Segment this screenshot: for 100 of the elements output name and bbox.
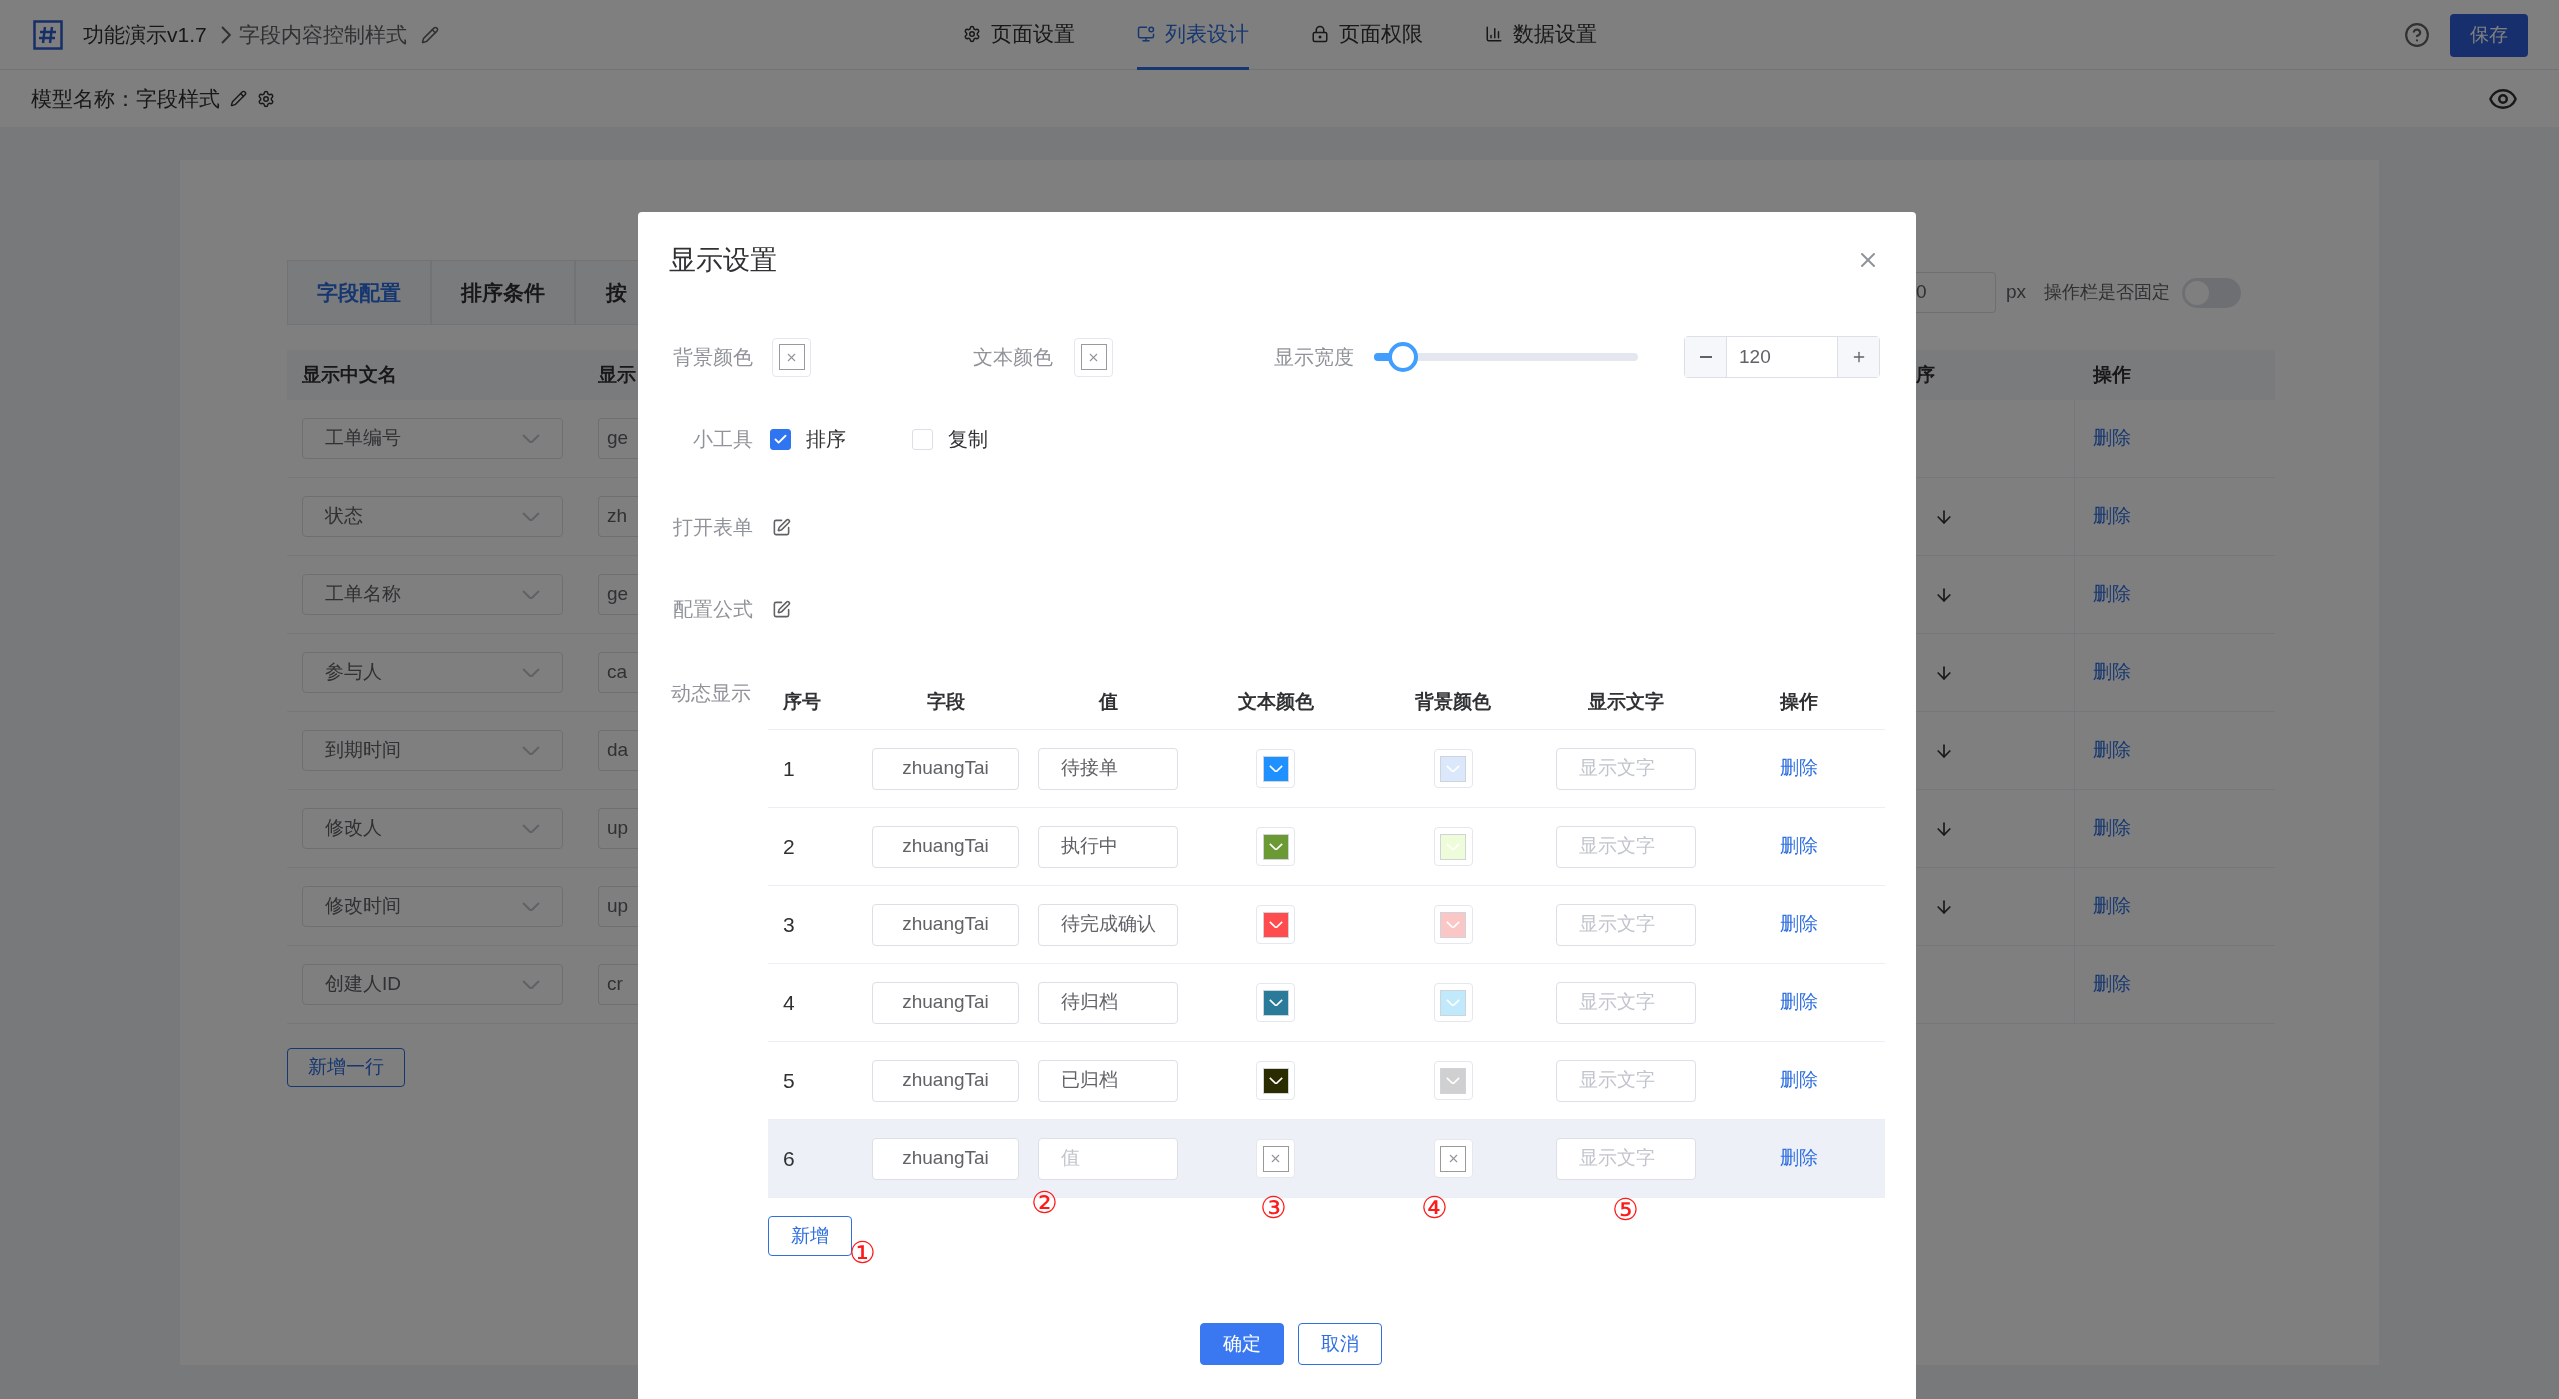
number-value: 120 [1738, 344, 1772, 369]
chevron-down-icon [522, 433, 540, 444]
slider-thumb[interactable] [1388, 342, 1419, 372]
select-field[interactable]: 到期时间 [302, 730, 563, 771]
annotation-number: ④ [1421, 1193, 1448, 1223]
nav-tab[interactable]: 数据设置 [1484, 0, 1597, 70]
delete-link[interactable]: 删除 [2093, 736, 2131, 765]
chevron-down-icon [522, 979, 540, 990]
delete-link[interactable]: 删除 [1780, 1144, 1818, 1173]
fixed-column-label: 操作栏是否固定 [2044, 281, 2171, 304]
color-picker[interactable] [1256, 827, 1295, 866]
add-row-button[interactable]: 新增一行 [287, 1048, 405, 1087]
color-picker[interactable] [772, 337, 811, 377]
edit-icon[interactable] [772, 599, 791, 619]
delete-link[interactable]: 删除 [2093, 580, 2131, 609]
dialog-title: 显示设置 [669, 243, 777, 277]
settings-icon[interactable] [257, 89, 275, 108]
confirm-button[interactable]: 确定 [1200, 1323, 1284, 1365]
field-input[interactable]: zhuangTai [872, 747, 1019, 790]
cancel-button[interactable]: 取消 [1298, 1323, 1382, 1365]
field-input[interactable]: zhuangTai [872, 825, 1019, 868]
field-input[interactable]: zhuangTai [872, 903, 1019, 946]
nav-tab[interactable]: 页面设置 [962, 0, 1075, 70]
select-field[interactable]: 参与人 [302, 652, 563, 693]
chevron-down-icon [522, 745, 540, 756]
label-input[interactable]: 显示文字 [1555, 1059, 1696, 1102]
delete-link[interactable]: 删除 [2093, 502, 2131, 531]
delete-link[interactable]: 删除 [2093, 814, 2131, 843]
annotation-number: ⑤ [1612, 1194, 1639, 1225]
add-button[interactable]: 新增 [768, 1216, 852, 1256]
delete-link[interactable]: 删除 [2093, 970, 2131, 999]
color-picker[interactable] [1433, 1139, 1473, 1178]
model-name: 字段样式 [136, 85, 220, 112]
label-input[interactable]: 显示文字 [1555, 825, 1696, 868]
label-input[interactable]: 显示文字 [1555, 1137, 1696, 1180]
unit-label: px [2006, 280, 2027, 305]
breadcrumb-item[interactable]: 字段内容控制样式 [238, 19, 407, 51]
delete-link[interactable]: 删除 [1780, 1066, 1818, 1095]
field-label: 配置公式 [672, 597, 753, 622]
nav-tab[interactable]: 页面权限 [1310, 0, 1423, 70]
chevron-down-icon [1268, 920, 1283, 929]
color-picker[interactable] [1433, 827, 1473, 866]
delete-link[interactable]: 删除 [1780, 832, 1818, 861]
delete-link[interactable]: 删除 [1780, 910, 1818, 939]
delete-link[interactable]: 删除 [2093, 892, 2131, 921]
color-picker[interactable] [1256, 905, 1295, 944]
select-field[interactable]: 工单名称 [302, 574, 563, 615]
number-input[interactable]: 120 [1684, 336, 1880, 378]
help-icon[interactable] [2404, 22, 2430, 48]
field-label: 打开表单 [672, 515, 753, 540]
edit-icon[interactable] [772, 517, 791, 537]
config-tab[interactable]: 字段配置 [287, 260, 431, 325]
select-field[interactable]: 工单编号 [302, 418, 563, 459]
checkbox[interactable] [770, 428, 791, 450]
delete-link[interactable]: 删除 [2093, 424, 2131, 453]
pencil-icon[interactable] [420, 26, 439, 44]
color-picker[interactable] [1074, 337, 1113, 377]
color-picker[interactable] [1433, 1061, 1473, 1100]
config-tab[interactable]: 按 [575, 260, 638, 325]
chevron-down-icon [1268, 998, 1283, 1007]
value-input[interactable]: 值 [1038, 1137, 1178, 1180]
config-tab[interactable]: 排序条件 [431, 260, 575, 325]
field-label: 背景颜色 [672, 345, 753, 370]
chevron-down-icon [1268, 1076, 1283, 1085]
column-header: 字段 [925, 689, 966, 714]
field-label: 小工具 [692, 427, 753, 452]
label-input[interactable]: 显示文字 [1555, 981, 1696, 1024]
select-field[interactable]: 修改时间 [302, 886, 563, 927]
pencil-icon[interactable] [230, 90, 247, 107]
value-input[interactable]: 执行中 [1038, 825, 1178, 868]
color-picker[interactable] [1256, 1139, 1295, 1178]
chevron-down-icon [522, 901, 540, 912]
color-picker[interactable] [1433, 749, 1473, 788]
select-field[interactable]: 修改人 [302, 808, 563, 849]
delete-link[interactable]: 删除 [1780, 754, 1818, 783]
value-input[interactable]: 待归档 [1038, 981, 1178, 1024]
label-input[interactable]: 显示文字 [1555, 903, 1696, 946]
save-button[interactable]: 保存 [2450, 13, 2528, 57]
field-input[interactable]: zhuangTai [872, 981, 1019, 1024]
label-input[interactable]: 显示文字 [1555, 747, 1696, 790]
value-input[interactable]: 已归档 [1038, 1059, 1178, 1102]
field-input[interactable]: zhuangTai [872, 1059, 1019, 1102]
color-picker[interactable] [1256, 1061, 1295, 1100]
select-field[interactable]: 创建人ID [302, 964, 563, 1005]
delete-link[interactable]: 删除 [2093, 658, 2131, 687]
column-header: 显示文字 [1586, 689, 1665, 714]
chevron-down-icon [522, 667, 540, 678]
color-picker[interactable] [1256, 983, 1295, 1022]
color-picker[interactable] [1256, 749, 1295, 788]
chevron-down-icon [1268, 842, 1283, 851]
row-number: 5 [782, 1067, 796, 1094]
select-field[interactable]: 状态 [302, 496, 563, 537]
value-input[interactable]: 待完成确认 [1038, 903, 1178, 946]
color-picker[interactable] [1433, 983, 1473, 1022]
delete-link[interactable]: 删除 [1780, 988, 1818, 1017]
value-input[interactable]: 待接单 [1038, 747, 1178, 790]
increment-button[interactable] [1837, 337, 1879, 377]
color-picker[interactable] [1433, 905, 1473, 944]
field-input[interactable]: zhuangTai [872, 1137, 1019, 1180]
chevron-down-icon [1446, 920, 1460, 929]
